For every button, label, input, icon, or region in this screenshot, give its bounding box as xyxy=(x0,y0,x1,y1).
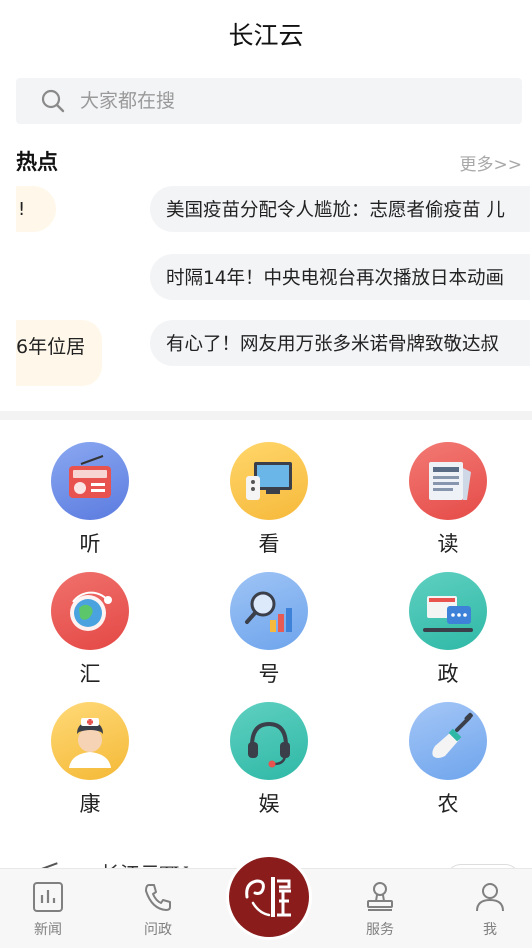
more-link[interactable]: 更多>> xyxy=(460,150,523,175)
tab-label: 新闻 xyxy=(34,922,62,938)
feature-label: 政 xyxy=(437,662,459,686)
newspaper-icon xyxy=(409,442,487,520)
feature-label: 看 xyxy=(258,532,280,556)
phone-icon xyxy=(145,884,171,911)
hot-left-fragment[interactable]: ! xyxy=(16,186,56,232)
center-logo-icon xyxy=(229,857,309,937)
news-icon xyxy=(33,882,63,912)
feature-agriculture[interactable]: 农 xyxy=(388,702,508,818)
tab-news[interactable]: 新闻 xyxy=(8,879,88,939)
hot-item[interactable]: 美国疫苗分配令人尴尬：志愿者偷疫苗 儿 xyxy=(150,186,530,232)
shovel-icon xyxy=(409,702,487,780)
feature-account[interactable]: 号 xyxy=(209,572,329,688)
radio-icon xyxy=(51,442,129,520)
search-chart-icon xyxy=(230,572,308,650)
hot-item-text: 时隔14年！中央电视台再次播放日本动画 xyxy=(166,268,505,289)
tv-icon xyxy=(230,442,308,520)
feature-read[interactable]: 读 xyxy=(388,442,508,558)
nurse-icon xyxy=(51,702,129,780)
tab-service[interactable]: 服务 xyxy=(340,879,420,939)
hot-item[interactable]: 时隔14年！中央电视台再次播放日本动画 xyxy=(150,254,530,300)
feature-label: 娱 xyxy=(258,792,280,816)
hot-section-header: 热点 更多>> xyxy=(16,146,522,178)
government-icon xyxy=(409,572,487,650)
tab-inquiry[interactable]: 问政 xyxy=(118,879,198,939)
feature-entertainment[interactable]: 娱 xyxy=(209,702,329,818)
search-icon xyxy=(41,89,65,113)
tab-label: 我 xyxy=(483,922,497,938)
hot-left-fragment[interactable]: 6年位居 xyxy=(16,320,102,386)
feature-health[interactable]: 康 xyxy=(30,702,150,818)
feature-watch[interactable]: 看 xyxy=(209,442,329,558)
feature-label: 汇 xyxy=(79,662,101,686)
feature-label: 读 xyxy=(437,532,459,556)
tab-me[interactable]: 我 xyxy=(450,879,530,939)
hot-item[interactable]: 有心了！网友用万张多米诺骨牌致敬达叔 xyxy=(150,320,530,366)
user-icon xyxy=(476,883,504,912)
stamp-icon xyxy=(367,882,393,911)
page-title: 长江云 xyxy=(228,21,304,50)
hot-item-text: 有心了！网友用万张多米诺骨牌致敬达叔 xyxy=(166,334,500,355)
feature-label: 农 xyxy=(437,792,459,816)
feature-listen[interactable]: 听 xyxy=(30,442,150,558)
search-bar[interactable] xyxy=(16,78,522,124)
search-input[interactable] xyxy=(80,90,460,112)
hot-title: 热点 xyxy=(16,149,58,174)
section-divider xyxy=(0,411,532,420)
hot-left-fragment-text: ! xyxy=(18,198,26,220)
tab-label: 服务 xyxy=(366,922,394,938)
feature-gather[interactable]: 汇 xyxy=(30,572,150,688)
feature-label: 康 xyxy=(79,792,101,816)
header: 长江云 xyxy=(0,0,532,68)
globe-icon xyxy=(51,572,129,650)
headset-icon xyxy=(230,702,308,780)
hot-item-text: 美国疫苗分配令人尴尬：志愿者偷疫苗 儿 xyxy=(166,200,505,221)
feature-label: 听 xyxy=(79,532,101,556)
center-logo-button[interactable] xyxy=(226,854,312,940)
feature-government[interactable]: 政 xyxy=(388,572,508,688)
tab-label: 问政 xyxy=(144,922,172,938)
hot-left-fragment-text: 6年位居 xyxy=(16,336,86,358)
feature-label: 号 xyxy=(258,662,280,686)
